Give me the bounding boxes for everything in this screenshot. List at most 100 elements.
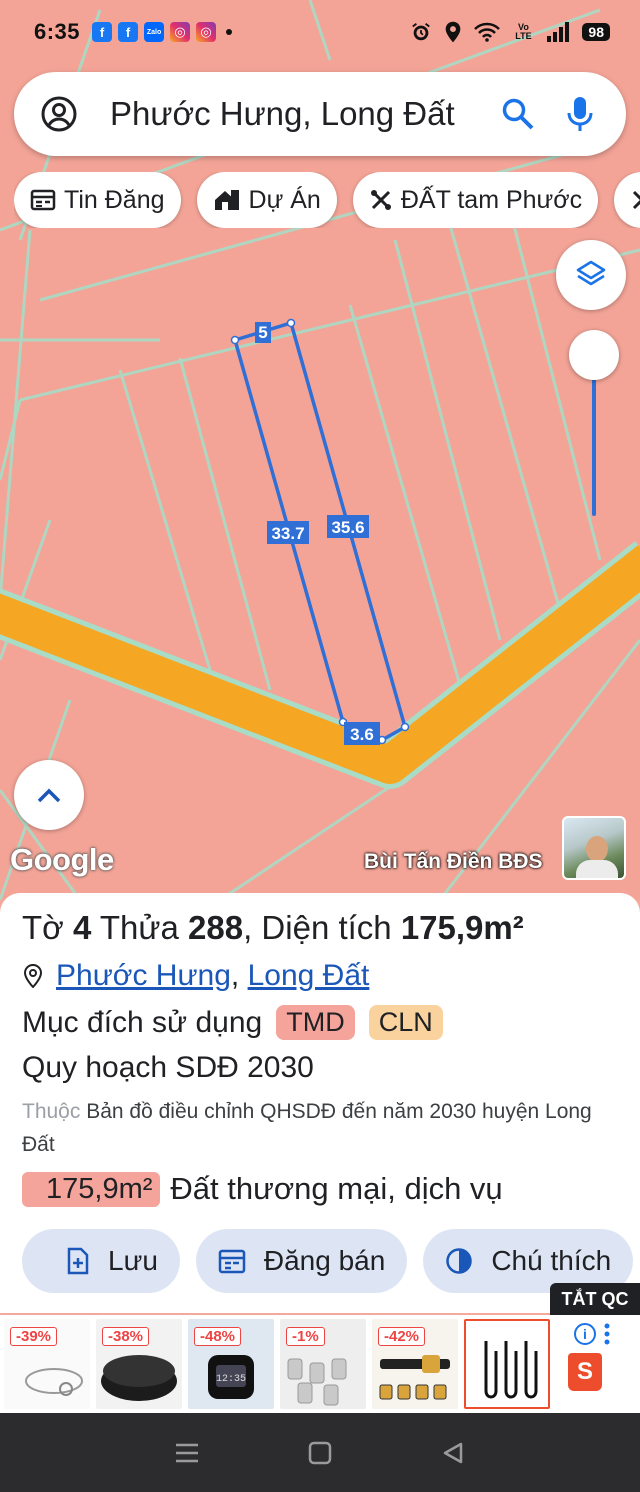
parcel-title: Tờ 4 Thửa 288, Diện tích 175,9m²: [22, 909, 524, 947]
volte-indicator: Vo LTE: [515, 22, 532, 41]
discount-badge: -38%: [102, 1327, 150, 1346]
tools-icon: [370, 190, 391, 210]
watermark-text: Bùi Tấn Điền BĐS: [364, 850, 543, 873]
ad-product[interactable]: 12:35 -48%: [188, 1319, 274, 1409]
edge-label-left: 33.7: [271, 524, 304, 543]
layers-button[interactable]: [556, 240, 626, 310]
instagram-icon: ◎: [170, 22, 191, 42]
search-icon[interactable]: [498, 94, 538, 134]
location-icon: [444, 21, 462, 43]
layers-icon: [576, 260, 606, 286]
save-button-label: Lưu: [108, 1245, 158, 1276]
edge-label-bottom: 3.6: [350, 725, 374, 744]
save-button[interactable]: Lưu: [22, 1229, 180, 1293]
post-sale-button-label: Đăng bán: [263, 1245, 386, 1276]
chip-tin-dang[interactable]: Tin Đăng: [14, 172, 181, 228]
account-icon[interactable]: [40, 95, 78, 133]
legend-button-label: Chú thích: [491, 1245, 612, 1276]
plan-use-label: Đất thương mại, dịch vụ: [170, 1171, 503, 1206]
system-nav-bar: [0, 1413, 640, 1492]
post-sale-button[interactable]: Đăng bán: [195, 1229, 408, 1293]
plan-area-badge: 175,9m²: [22, 1171, 161, 1207]
status-time: 6:35: [34, 19, 81, 44]
search-bar[interactable]: Phước Hưng, Long Đất: [14, 72, 626, 156]
plan-description: Thuộc Bản đồ điều chỉnh QHSDĐ đến năm 20…: [22, 1095, 622, 1161]
facebook-icon: f: [118, 22, 139, 42]
ad-shop-logo[interactable]: i S: [556, 1319, 632, 1409]
ad-product[interactable]: -1%: [280, 1319, 366, 1409]
status-bar: 6:35 f f Zalo ◎ ◎ Vo LTE 98: [0, 0, 640, 64]
more-notifications-dot: [226, 29, 233, 35]
chip-du-an[interactable]: Dự Án: [196, 172, 337, 228]
more-vert-icon[interactable]: [604, 1323, 610, 1345]
facebook-icon: f: [92, 22, 113, 42]
ad-product[interactable]: -42%: [372, 1319, 458, 1409]
chip-label: Dự Án: [248, 185, 321, 214]
title-prefix: Tờ: [22, 909, 73, 946]
zalo-icon: Zalo: [144, 22, 165, 42]
expand-up-button[interactable]: [14, 760, 84, 830]
plan-desc-text: Bản đồ điều chỉnh QHSDĐ đến năm 2030 huy…: [22, 1100, 592, 1156]
calendar-icon: [218, 1249, 246, 1274]
building-icon: [214, 190, 239, 210]
location-district-link[interactable]: Long Đất: [248, 959, 370, 993]
ad-product[interactable]: [464, 1319, 550, 1409]
chip-label: Tin Đăng: [64, 185, 165, 214]
back-triangle-icon: [444, 1442, 463, 1463]
save-icon: [67, 1247, 89, 1275]
plan-title: Quy hoạch SDĐ 2030: [22, 1051, 314, 1084]
instagram-icon: ◎: [196, 22, 217, 42]
filter-chips: Tin Đăng Dự Án ĐẤT tam Phước: [14, 172, 640, 228]
google-logo: Google: [10, 842, 114, 877]
alarm-icon: [410, 21, 432, 43]
microphone-icon[interactable]: [560, 94, 600, 134]
discount-badge: -1%: [286, 1327, 325, 1346]
title-mid: Thửa: [91, 909, 189, 946]
info-icon[interactable]: i: [574, 1323, 596, 1345]
wifi-icon: [474, 22, 501, 42]
chevron-up-icon: [37, 788, 61, 803]
location-row: Phước Hưng, Long Đất: [24, 959, 369, 993]
location-ward-link[interactable]: Phước Hưng: [56, 959, 231, 993]
avatar: [562, 816, 626, 880]
discount-badge: -48%: [194, 1327, 242, 1346]
recent-apps-button[interactable]: [167, 1433, 207, 1473]
ad-banner[interactable]: -39% -38% 12:35 -48% -1% -42% i S: [0, 1315, 640, 1413]
discount-badge: -39%: [10, 1327, 58, 1346]
menu-icon: [175, 1443, 198, 1462]
chip-label: ĐẤT tam Phước: [400, 185, 583, 214]
zoom-slider-thumb[interactable]: [569, 330, 619, 380]
signal-icon: [546, 22, 570, 42]
search-input[interactable]: Phước Hưng, Long Đất: [110, 95, 476, 133]
plan-desc-prefix: Thuộc: [22, 1100, 81, 1123]
discount-badge: -42%: [378, 1327, 426, 1346]
purpose-tag-cln: CLN: [368, 1005, 443, 1040]
info-sheet: Tờ 4 Thửa 288, Diện tích 175,9m² Phước H…: [0, 893, 640, 1313]
location-separator: ,: [230, 959, 248, 992]
action-buttons: Lưu Đăng bán Chú thích: [22, 1229, 634, 1293]
tools-icon: [633, 190, 640, 210]
title-area-prefix: , Diện tích: [243, 909, 401, 946]
location-pin-icon: [24, 964, 42, 988]
battery-indicator: 98: [582, 23, 610, 41]
chip-dat-tam-phuoc[interactable]: ĐẤT tam Phước: [352, 172, 599, 228]
chip-more[interactable]: [614, 172, 640, 228]
notification-icons: f f Zalo ◎ ◎: [92, 22, 233, 42]
ad-product[interactable]: -38%: [96, 1319, 182, 1409]
purpose-label: Mục đích sử dụng: [22, 1005, 263, 1039]
square-icon: [308, 1441, 332, 1464]
close-ads-button[interactable]: TẮT QC: [550, 1283, 640, 1315]
home-button[interactable]: [300, 1433, 340, 1473]
edge-label-top: 5: [258, 323, 267, 342]
ad-product[interactable]: -39%: [4, 1319, 90, 1409]
newspaper-icon: [30, 189, 56, 211]
plan-area-row: 175,9m² Đất thương mại, dịch vụ: [22, 1171, 503, 1207]
zoom-slider-track[interactable]: [592, 360, 596, 516]
contrast-icon: [446, 1248, 473, 1274]
shop-bag-icon: S: [568, 1353, 602, 1391]
purpose-tag-tmd: TMD: [276, 1005, 355, 1040]
sheet-number: 4: [72, 909, 92, 946]
back-button[interactable]: [433, 1433, 473, 1473]
edge-label-right: 35.6: [331, 518, 364, 537]
purpose-row: Mục đích sử dụng TMD CLN: [22, 1005, 443, 1040]
